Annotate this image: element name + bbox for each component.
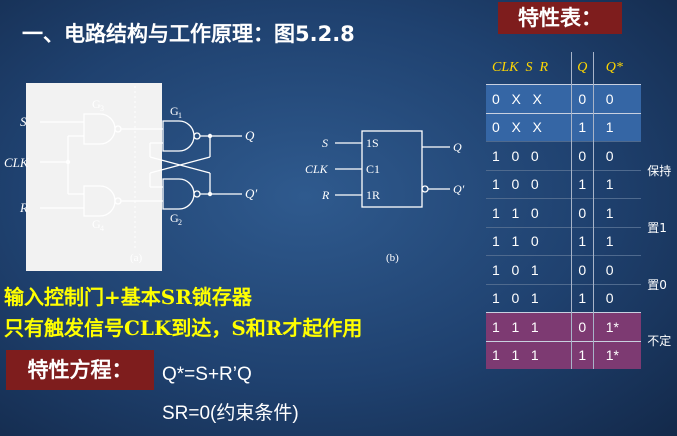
- note-hold: 保持: [647, 163, 672, 178]
- cell-inputs: 1 0 1: [486, 283, 572, 313]
- equation-line-2: SR=0(约束条件): [162, 403, 299, 424]
- circuit-b-q-label: Q: [453, 140, 462, 154]
- table-row: 0 X X 0 0: [486, 84, 677, 113]
- table-row: 0 X X 1 1: [486, 112, 677, 142]
- cell-inputs: 1 0 1: [486, 255, 572, 284]
- gate-g1-sub: 1: [178, 111, 182, 120]
- cell-q: 0: [570, 84, 594, 113]
- circuit-a-s-label: S: [20, 114, 27, 129]
- cell-q: 1: [570, 112, 594, 142]
- table-header-row: CLK S R Q Q*: [486, 52, 677, 85]
- cell-qs: 1*: [592, 340, 642, 369]
- cell-qs: 1: [592, 198, 642, 227]
- circuit-a-r-label: R: [19, 200, 28, 215]
- header-q: Q: [570, 52, 594, 85]
- circuit-a-caption: (a): [130, 252, 143, 264]
- cell-qs: 0: [592, 283, 642, 313]
- cell-q: 0: [570, 198, 594, 227]
- cell-qs: 0: [592, 141, 642, 170]
- description-line-1: 输入控制门+基本SR锁存器: [4, 285, 252, 309]
- cell-q: 1: [570, 340, 594, 369]
- circuit-b-pin-c1: C1: [366, 162, 380, 176]
- cell-inputs: 0 X X: [486, 112, 572, 142]
- cell-q: 0: [570, 255, 594, 284]
- table-row: 1 0 1 0 0 置0: [486, 255, 677, 292]
- cell-qs: 0: [592, 84, 642, 113]
- circuit-b-caption: (b): [386, 252, 399, 264]
- equation-title: 特性方程：: [6, 350, 154, 390]
- cell-q: 0: [570, 141, 594, 170]
- cell-inputs: 1 0 0: [486, 169, 572, 199]
- characteristic-table: CLK S R Q Q* 0 X X 0 0 0 X X 1 1 1 0 0 0…: [486, 52, 677, 369]
- cell-q: 1: [570, 169, 594, 199]
- circuit-b-qp-label: Q′: [453, 182, 465, 196]
- gate-g4-sub: 4: [100, 224, 104, 233]
- header-qs: Q*: [592, 52, 642, 85]
- cell-inputs: 0 X X: [486, 84, 572, 113]
- circuit-b-clk-label: CLK: [305, 162, 329, 176]
- note-set: 置1: [647, 220, 667, 235]
- circuit-a-q-label: Q: [245, 128, 255, 143]
- circuit-b-r-label: R: [321, 188, 330, 202]
- cell-q: 1: [570, 226, 594, 256]
- cell-qs: 1*: [592, 312, 642, 341]
- cell-qs: 1: [592, 169, 642, 199]
- circuit-b-s-label: S: [322, 136, 328, 150]
- cell-inputs: 1 1 0: [486, 198, 572, 227]
- equation-line-1: Q*=S+R’Q: [162, 364, 252, 385]
- note-reset: 置0: [647, 277, 667, 292]
- gate-g3-sub: 3: [100, 104, 104, 113]
- cell-inputs: 1 1 1: [486, 340, 572, 369]
- table-row: 1 1 0 0 1 置1: [486, 198, 677, 235]
- header-inputs: CLK S R: [492, 60, 549, 75]
- circuit-a-clk-label: CLK: [4, 155, 30, 170]
- gate-g2-sub: 2: [178, 218, 182, 227]
- cell-q: 0: [570, 312, 594, 341]
- cell-q: 1: [570, 283, 594, 313]
- cell-qs: 1: [592, 226, 642, 256]
- circuit-b-pin-1s: 1S: [366, 136, 379, 150]
- cell-inputs: 1 1 0: [486, 226, 572, 256]
- cell-qs: 1: [592, 112, 642, 142]
- circuit-b-pin-1r: 1R: [366, 188, 380, 202]
- description-line-2: 只有触发信号CLK到达，S和R才起作用: [4, 316, 363, 340]
- cell-qs: 0: [592, 255, 642, 284]
- cell-inputs: 1 1 1: [486, 312, 572, 341]
- cell-inputs: 1 0 0: [486, 141, 572, 170]
- table-title: 特性表：: [498, 2, 622, 34]
- table-row: 1 1 1 0 1* 不定: [486, 312, 677, 348]
- note-undefined: 不定: [647, 334, 672, 349]
- circuit-a-qp-label: Q′: [245, 186, 257, 201]
- table-row: 1 0 0 0 0 保持: [486, 141, 677, 178]
